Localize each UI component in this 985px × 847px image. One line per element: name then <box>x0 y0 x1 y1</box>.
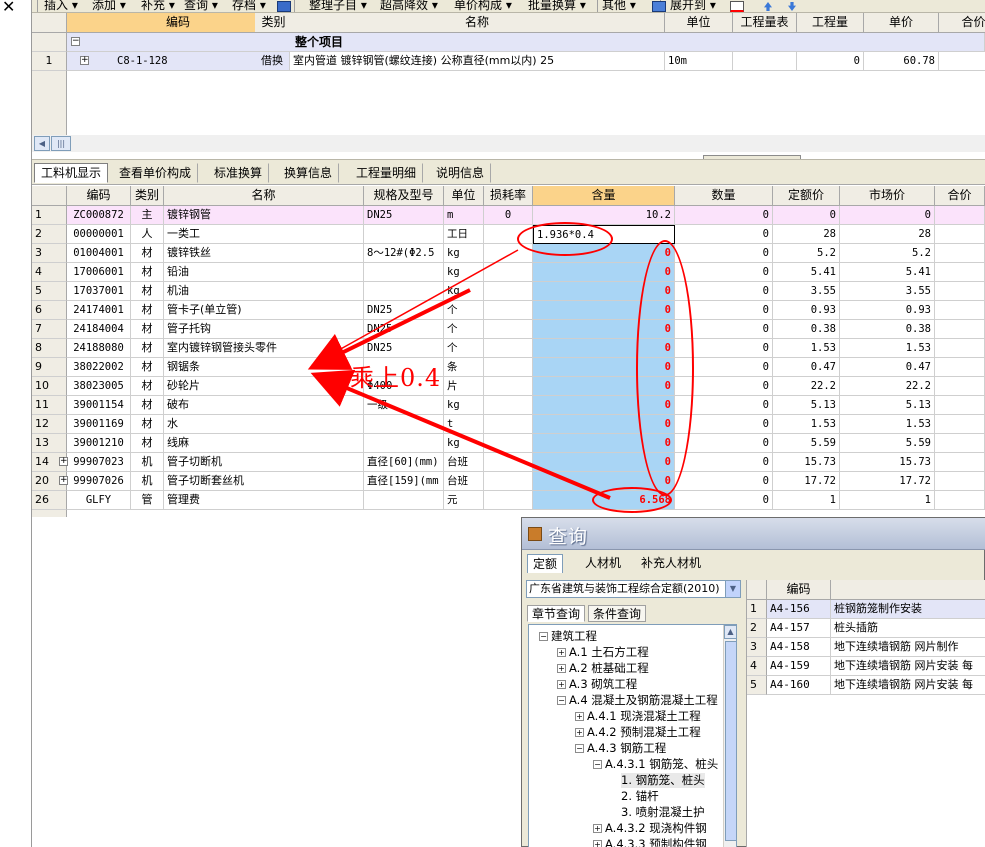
query-name-cell[interactable]: 地下连续墙钢筋 网片安装 每 <box>831 657 985 676</box>
query-name-cell[interactable]: 地下连续墙钢筋 网片安装 每 <box>831 676 985 695</box>
tree-node-label: A.3 砌筑工程 <box>569 677 638 691</box>
tree-node-label: A.2 桩基础工程 <box>569 661 649 675</box>
tree-scroll-thumb[interactable] <box>725 641 736 841</box>
tree-toggle-icon[interactable]: − <box>539 632 548 641</box>
tree-toggle-icon[interactable]: + <box>593 840 602 847</box>
tree-node-label: 2. 锚杆 <box>621 789 659 803</box>
tree-node-label: A.4.3.2 现浇构件钢 <box>605 821 707 835</box>
tree-node-label: A.4.3.3 预制构件钢 <box>605 837 707 847</box>
tree-node[interactable]: + A.1 土石方工程 <box>557 645 649 660</box>
chapter-tree: ▲ − 建筑工程 + A.1 土石方工程 + A.2 桩基础工程 + A.3 砌筑工程 − A.4… <box>528 624 737 847</box>
tree-node-label: A.4.1 现浇混凝土工程 <box>587 709 701 723</box>
tree-toggle-icon[interactable]: + <box>593 824 602 833</box>
query-rownum: 3 <box>747 638 767 657</box>
annotation-text: 乘上0.4 <box>350 364 442 392</box>
tree-toggle-icon[interactable]: + <box>557 648 566 657</box>
tree-node[interactable]: + A.2 桩基础工程 <box>557 661 649 676</box>
query-window: 查询 广东省建筑与装饰工程综合定额(2010) ▼ ▲ − 建筑工程 + A.1 土石… <box>521 517 985 847</box>
tree-toggle-icon[interactable]: − <box>557 696 566 705</box>
query-subtab-0[interactable]: 章节查询 <box>527 605 586 622</box>
query-code-cell[interactable]: A4-156 <box>767 600 831 619</box>
query-rownum: 2 <box>747 619 767 638</box>
quota-library-select[interactable]: 广东省建筑与装饰工程综合定额(2010) ▼ <box>526 580 741 598</box>
tree-node[interactable]: + A.4.1 现浇混凝土工程 <box>575 709 701 724</box>
query-grid-header-code[interactable]: 编码 <box>767 580 831 600</box>
tree-node[interactable]: + A.4.2 预制混凝土工程 <box>575 725 701 740</box>
app-window: ✕ 插入 ▾ 添加 ▾ 补充 ▾ 查询 ▾ 存档 ▾ 整理子目 ▾ 超高降效 ▾ 单价构成 ▾… <box>0 0 985 847</box>
query-rownum: 1 <box>747 600 767 619</box>
tree-vscrollbar[interactable]: ▲ <box>723 625 736 847</box>
tree-node[interactable]: + A.4.3.2 现浇构件钢 <box>593 821 707 836</box>
scroll-up-icon[interactable]: ▲ <box>724 625 736 639</box>
query-tab-2[interactable]: 补充人材机 <box>636 554 706 573</box>
query-title: 查询 <box>548 526 589 548</box>
quota-library-value: 广东省建筑与装饰工程综合定额(2010) <box>529 582 720 595</box>
tree-node[interactable]: 3. 喷射混凝土护 <box>621 805 705 820</box>
tree-node-label: A.4 混凝土及钢筋混凝土工程 <box>569 693 718 707</box>
query-code-cell[interactable]: A4-159 <box>767 657 831 676</box>
tree-node[interactable]: − 建筑工程 <box>539 629 597 644</box>
tree-node-label: A.4.3 钢筋工程 <box>587 741 667 755</box>
arrow-main <box>307 288 471 370</box>
arrow-from-total <box>310 369 611 500</box>
query-name-cell[interactable]: 桩头插筋 <box>831 619 985 638</box>
query-name-cell[interactable]: 地下连续墙钢筋 网片制作 <box>831 638 985 657</box>
chevron-down-icon[interactable]: ▼ <box>725 581 740 597</box>
tree-toggle-icon[interactable]: − <box>593 760 602 769</box>
tree-node[interactable]: − A.4.3 钢筋工程 <box>575 741 666 756</box>
query-subtab-1[interactable]: 条件查询 <box>588 605 647 622</box>
query-tab-0[interactable]: 定额 <box>527 554 564 573</box>
tree-node-label: A.4.3.1 钢筋笼、桩头 <box>605 757 719 771</box>
query-result-grid: 编码 1 A4-156 桩钢筋笼制作安装 2 A4-157 桩头插筋 3 A4-158 地下连续墙… <box>746 580 985 847</box>
query-rownum: 4 <box>747 657 767 676</box>
query-code-cell[interactable]: A4-160 <box>767 676 831 695</box>
tree-node-label: A.4.2 预制混凝土工程 <box>587 725 701 739</box>
tree-node-label: A.1 土石方工程 <box>569 645 649 659</box>
tree-node-label: 1. 钢筋笼、桩头 <box>621 773 705 787</box>
tree-toggle-icon[interactable]: + <box>575 728 584 737</box>
query-grid-header-name[interactable] <box>831 580 985 600</box>
tree-node[interactable]: 1. 钢筋笼、桩头 <box>621 773 705 788</box>
tree-toggle-icon[interactable]: + <box>557 680 566 689</box>
tree-toggle-icon[interactable]: − <box>575 744 584 753</box>
query-tab-1[interactable]: 人材机 <box>580 554 626 573</box>
query-rownum: 5 <box>747 676 767 695</box>
tree-node[interactable]: 2. 锚杆 <box>621 789 659 804</box>
tree-toggle-icon[interactable]: + <box>575 712 584 721</box>
query-title-bar[interactable]: 查询 <box>522 518 985 550</box>
tree-node[interactable]: + A.4.3.3 预制构件钢 <box>593 837 707 847</box>
tree-node-label: 3. 喷射混凝土护 <box>621 805 705 819</box>
query-name-cell[interactable]: 桩钢筋笼制作安装 <box>831 600 985 619</box>
query-code-cell[interactable]: A4-158 <box>767 638 831 657</box>
arrow-from-formula <box>311 249 519 366</box>
tree-node-label: 建筑工程 <box>551 629 597 643</box>
tree-node[interactable]: − A.4 混凝土及钢筋混凝土工程 <box>557 693 718 708</box>
tree-node[interactable]: + A.3 砌筑工程 <box>557 677 637 692</box>
query-grid-corner <box>747 580 767 600</box>
tree-node[interactable]: − A.4.3.1 钢筋笼、桩头 <box>593 757 718 772</box>
query-code-cell[interactable]: A4-157 <box>767 619 831 638</box>
tree-toggle-icon[interactable]: + <box>557 664 566 673</box>
query-window-icon <box>528 527 542 541</box>
